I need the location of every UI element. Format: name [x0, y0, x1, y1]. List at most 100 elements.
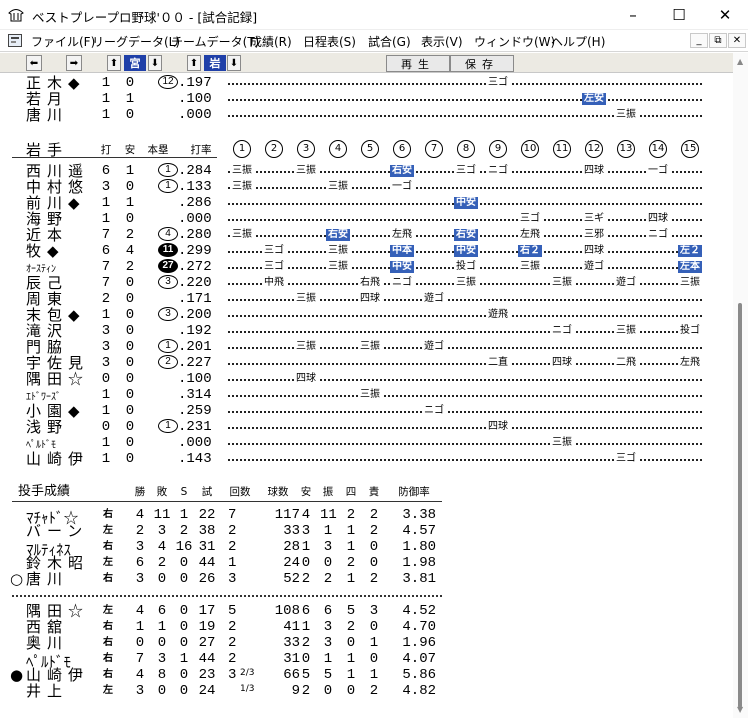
at-bat-result[interactable]: 三振 — [326, 261, 350, 273]
pitcher-row[interactable]: ○ 唐川右 3 0 0 26 3 52 2 2 1 2 3.81 — [0, 571, 733, 587]
at-bat-result[interactable]: 三振 — [614, 325, 638, 337]
minimize-button[interactable]: – — [610, 0, 656, 30]
pitcher-row[interactable]: ﾏﾙﾃｨﾈｽ右 3 4 16 31 2 28 1 3 1 0 1.80 — [0, 539, 733, 558]
menu-game[interactable]: 試合(G) — [368, 33, 411, 50]
at-bat-result[interactable]: 中安 — [454, 197, 478, 209]
batter-row[interactable]: ｵｰｽﾃｨﾝ 7 2 27.272 三ゴ 三振 中安 投ゴ 三振 遊ゴ 左本 — [0, 259, 733, 275]
at-bat-result[interactable]: 三ゴ — [614, 453, 638, 465]
at-bat-result[interactable]: 右安 — [454, 229, 478, 241]
maximize-button[interactable]: ☐ — [656, 0, 702, 30]
at-bat-result[interactable]: 三ゴ — [518, 213, 542, 225]
batter-row[interactable]: 近本 7 2 4.280 三振 右安 左飛 右安 左飛 三邪 ニゴ — [0, 227, 733, 243]
at-bat-result[interactable]: 三振 — [326, 245, 350, 257]
team1-down-button[interactable]: ⬇ — [148, 55, 162, 71]
at-bat-result[interactable]: 遊ゴ — [422, 341, 446, 353]
batter-row[interactable]: 浅野 0 0 1.231 四球 — [0, 419, 733, 435]
at-bat-result[interactable]: 左飛 — [678, 357, 702, 369]
at-bat-result[interactable]: ニゴ — [550, 325, 574, 337]
next-game-button[interactable]: ➡ — [66, 55, 82, 71]
at-bat-result[interactable]: 遊ゴ — [582, 261, 606, 273]
at-bat-result[interactable]: 三振 — [294, 165, 318, 177]
at-bat-result[interactable]: 三振 — [294, 341, 318, 353]
batter-row[interactable]: 牧◆ 6 4 11.299 三ゴ 三振 中本 中安 右２ 四球 左２ — [0, 243, 733, 259]
at-bat-result[interactable]: 一ゴ — [646, 165, 670, 177]
scrollbar-thumb[interactable] — [738, 303, 742, 708]
pitcher-row[interactable]: バーン左 2 3 2 38 2 33 3 1 1 2 4.57 — [0, 523, 733, 539]
child-restore-button[interactable]: ⧉ — [709, 33, 727, 48]
at-bat-result[interactable]: 三振 — [678, 277, 702, 289]
pitcher-row[interactable]: 奥川右 0 0 0 27 2 33 2 3 0 1 1.96 — [0, 635, 733, 651]
at-bat-result[interactable]: 中安 — [454, 245, 478, 257]
at-bat-result[interactable]: ニゴ — [646, 229, 670, 241]
batter-row[interactable]: 小園◆ 1 0 .259 ニゴ — [0, 403, 733, 419]
at-bat-result[interactable]: 三ギ — [582, 213, 606, 225]
at-bat-result[interactable]: 四球 — [358, 293, 382, 305]
pitcher-row[interactable]: 隅田☆ 左 4 6 0 17 5 108 6 6 5 3 4.52 — [0, 603, 733, 619]
team2-up-button[interactable]: ⬆ — [187, 55, 201, 71]
batter-row[interactable]: 若月 1 1 .100 左安 — [0, 91, 733, 107]
pitcher-row[interactable]: 井上左 3 0 0 24 1/3 9 2 0 0 2 4.82 — [0, 683, 733, 699]
batter-row[interactable]: ﾍﾟﾙﾄﾞﾓ 1 0.000 三振 — [0, 435, 733, 451]
pitcher-row[interactable]: 鈴木昭左 6 2 0 44 1 24 0 0 2 0 1.98 — [0, 555, 733, 571]
at-bat-result[interactable]: 右安 — [326, 229, 350, 241]
menu-help[interactable]: ヘルプ(H) — [551, 33, 605, 50]
at-bat-result[interactable]: 三ゴ — [262, 245, 286, 257]
at-bat-result[interactable]: 三振 — [518, 261, 542, 273]
at-bat-result[interactable]: 三振 — [230, 181, 254, 193]
pitcher-row[interactable]: 西舘右 1 1 0 19 2 41 1 3 2 0 4.70 — [0, 619, 733, 635]
at-bat-result[interactable]: 三振 — [550, 437, 574, 449]
at-bat-result[interactable]: 遊ゴ — [422, 293, 446, 305]
at-bat-result[interactable]: 二直 — [486, 357, 510, 369]
batter-row[interactable]: 門脇 3 0 1.201 三振 三振 遊ゴ — [0, 339, 733, 355]
at-bat-result[interactable]: 四球 — [582, 245, 606, 257]
batter-row[interactable]: 周東 2 0 .171 三振 四球 遊ゴ — [0, 291, 733, 307]
batter-row[interactable]: 滝沢 3 0 .192 ニゴ 三振 投ゴ — [0, 323, 733, 339]
scroll-down-icon[interactable]: ▼ — [737, 705, 743, 714]
batter-row[interactable]: 西川遥 6 1 1.284 三振 三振 右安 三ゴ ニゴ 四球 一ゴ — [0, 163, 733, 179]
at-bat-result[interactable]: 三振 — [550, 277, 574, 289]
at-bat-result[interactable]: 一ゴ — [390, 181, 414, 193]
at-bat-result[interactable]: 左安 — [582, 93, 606, 105]
play-button[interactable]: 再生 — [386, 55, 450, 72]
batter-row[interactable]: 正木◆ 1 0 12.197 三ゴ — [0, 75, 733, 91]
vertical-scrollbar[interactable]: ▲ ▼ — [733, 53, 748, 718]
batter-row[interactable]: 前川◆ 1 1 .286 中安 — [0, 195, 733, 211]
pitcher-row[interactable]: ﾏﾁｬﾄﾞ☆ 右 4 11 1 22 7 117 4 11 2 2 3.38 — [0, 507, 733, 526]
at-bat-result[interactable]: 三振 — [230, 165, 254, 177]
scroll-up-icon[interactable]: ▲ — [737, 57, 743, 66]
at-bat-result[interactable]: 二飛 — [614, 357, 638, 369]
child-close-button[interactable]: ✕ — [728, 33, 746, 48]
at-bat-result[interactable]: 四球 — [646, 213, 670, 225]
menu-schedule[interactable]: 日程表(S) — [303, 33, 356, 50]
at-bat-result[interactable]: ニゴ — [422, 405, 446, 417]
batter-row[interactable]: 宇佐見 3 0 2.227 二直 四球 二飛 左飛 — [0, 355, 733, 371]
at-bat-result[interactable]: 右安 — [390, 165, 414, 177]
pitcher-row[interactable]: ● 山崎伊右 4 8 0 23 3 2/3 66 5 5 1 1 5.86 — [0, 667, 733, 683]
team2-down-button[interactable]: ⬇ — [227, 55, 241, 71]
save-button[interactable]: 保存 — [450, 55, 514, 72]
at-bat-result[interactable]: 三ゴ — [454, 165, 478, 177]
at-bat-result[interactable]: 三振 — [358, 389, 382, 401]
at-bat-result[interactable]: 投ゴ — [454, 261, 478, 273]
at-bat-result[interactable]: ニゴ — [486, 165, 510, 177]
menu-window[interactable]: ウィンドウ(W) — [474, 33, 555, 50]
at-bat-result[interactable]: 三ゴ — [262, 261, 286, 273]
batter-row[interactable]: 辰己 7 0 3.220 中飛 右飛 ニゴ 三振 三振 遊ゴ 三振 — [0, 275, 733, 291]
batter-row[interactable]: 唐川 1 0 .000 三振 — [0, 107, 733, 123]
batter-row[interactable]: 山崎伊 1 0 .143 三ゴ — [0, 451, 733, 467]
team1-up-button[interactable]: ⬆ — [107, 55, 121, 71]
pitcher-row[interactable]: ﾍﾟﾙﾄﾞﾓ右 7 3 1 44 2 31 0 1 1 0 4.07 — [0, 651, 733, 670]
batter-row[interactable]: ｴﾄﾞﾜｰｽﾞ 1 0.314 三振 — [0, 387, 733, 403]
at-bat-result[interactable]: 三振 — [614, 109, 638, 121]
at-bat-result[interactable]: 遊飛 — [486, 309, 510, 321]
at-bat-result[interactable]: 投ゴ — [678, 325, 702, 337]
at-bat-result[interactable]: 三振 — [326, 181, 350, 193]
at-bat-result[interactable]: 四球 — [550, 357, 574, 369]
batter-row[interactable]: 海野 1 0 .000 三ゴ 三ギ 四球 — [0, 211, 733, 227]
at-bat-result[interactable]: 中安 — [390, 261, 414, 273]
at-bat-result[interactable]: 中本 — [390, 245, 414, 257]
menu-team-data[interactable]: チームデータ(T) — [171, 33, 259, 50]
at-bat-result[interactable]: 左飛 — [518, 229, 542, 241]
at-bat-result[interactable]: 四球 — [582, 165, 606, 177]
at-bat-result[interactable]: 三ゴ — [486, 77, 510, 89]
